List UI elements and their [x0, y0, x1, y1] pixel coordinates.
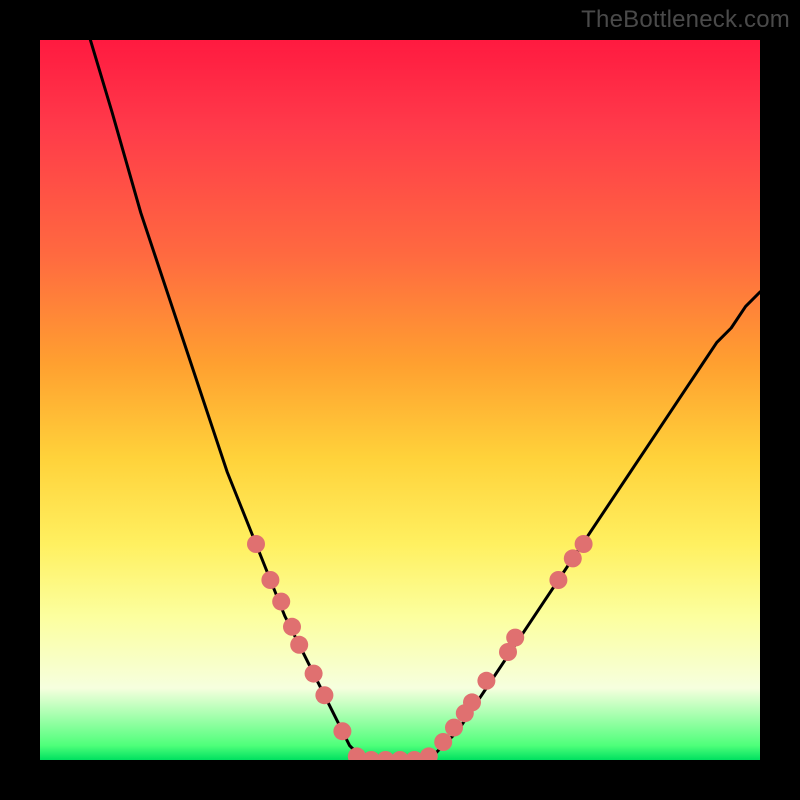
- data-marker: [420, 747, 438, 760]
- data-marker: [463, 693, 481, 711]
- data-marker: [315, 686, 333, 704]
- data-marker: [549, 571, 567, 589]
- data-marker: [290, 636, 308, 654]
- data-marker: [261, 571, 279, 589]
- data-marker: [272, 593, 290, 611]
- data-marker: [333, 722, 351, 740]
- data-marker: [445, 719, 463, 737]
- chart-frame: TheBottleneck.com: [0, 0, 800, 800]
- data-marker: [564, 549, 582, 567]
- data-marker: [247, 535, 265, 553]
- plot-area: [40, 40, 760, 760]
- chart-overlay: [40, 40, 760, 760]
- data-marker: [506, 629, 524, 647]
- data-marker: [477, 672, 495, 690]
- marker-group: [247, 535, 593, 760]
- curve-group: [90, 40, 760, 760]
- attribution-label: TheBottleneck.com: [581, 6, 790, 34]
- data-marker: [283, 618, 301, 636]
- data-marker: [305, 665, 323, 683]
- data-marker: [575, 535, 593, 553]
- bottleneck-curve: [90, 40, 760, 760]
- data-marker: [434, 733, 452, 751]
